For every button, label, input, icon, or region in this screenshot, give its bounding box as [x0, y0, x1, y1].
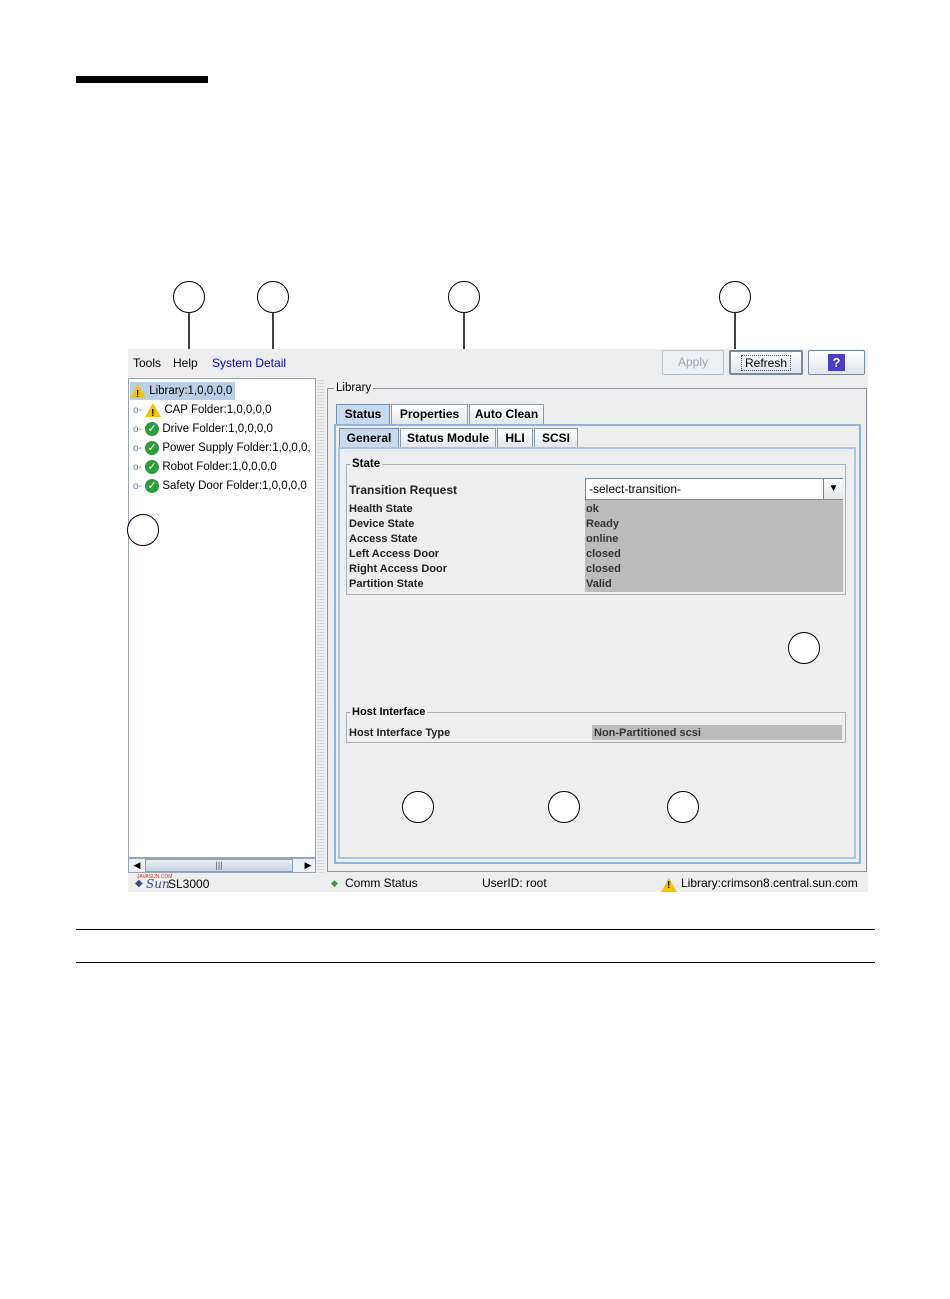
state-section-title: State — [350, 458, 383, 470]
right-access-door-value: closed — [586, 563, 621, 575]
transition-request-value: -select-transition- — [589, 482, 682, 496]
menu-system-detail[interactable]: System Detail — [212, 356, 286, 370]
ok-check-icon: ✓ — [145, 459, 160, 474]
tab-properties[interactable]: Properties — [391, 404, 468, 424]
refresh-button[interactable]: Refresh — [729, 350, 803, 375]
partition-state-label: Partition State — [349, 578, 424, 590]
callout-1 — [173, 281, 205, 313]
tree-item-label: Safety Door Folder:1,0,0,0,0 — [162, 480, 307, 492]
callout-8 — [548, 791, 580, 823]
tree-item-power-supply[interactable]: o- ✓ Power Supply Folder:1,0,0,0, — [133, 439, 311, 457]
left-access-door-value: closed — [586, 548, 621, 560]
chevron-down-icon[interactable]: ▼ — [823, 479, 843, 499]
subtab-general[interactable]: General — [339, 428, 399, 447]
state-values-box — [585, 500, 843, 592]
tree-item-label: Drive Folder:1,0,0,0,0 — [162, 423, 273, 435]
scroll-left-icon[interactable]: ◀ — [130, 859, 144, 872]
tree-item-robot[interactable]: o- ✓ Robot Folder:1,0,0,0,0 — [133, 458, 277, 476]
subtab-hli[interactable]: HLI — [497, 428, 533, 447]
warning-icon: ! — [661, 876, 677, 894]
callout-4 — [719, 281, 751, 313]
scroll-right-icon[interactable]: ▶ — [301, 859, 315, 872]
help-icon: ? — [828, 354, 845, 371]
refresh-button-label: Refresh — [740, 355, 792, 371]
split-pane-divider[interactable] — [317, 378, 324, 873]
callout-7 — [402, 791, 434, 823]
ok-check-icon: ✓ — [145, 440, 160, 455]
subtab-scsi[interactable]: SCSI — [534, 428, 578, 447]
warning-icon: ! — [130, 383, 146, 400]
callout-3 — [448, 281, 480, 313]
tree-connector-icon: o- — [133, 481, 142, 492]
sun-logo: Sun — [146, 877, 170, 891]
apply-button[interactable]: Apply — [662, 350, 724, 375]
tab-status[interactable]: Status — [336, 404, 390, 424]
access-state-label: Access State — [349, 533, 418, 545]
tree-item-safety-door[interactable]: o- ✓ Safety Door Folder:1,0,0,0,0 — [133, 477, 307, 495]
partition-state-value: Valid — [586, 578, 612, 590]
tree-connector-icon: o- — [133, 462, 142, 473]
health-state-value: ok — [586, 503, 599, 515]
health-state-label: Health State — [349, 503, 413, 515]
tab-auto-clean[interactable]: Auto Clean — [469, 404, 544, 424]
tree-connector-icon: o- — [133, 405, 142, 416]
tree-item-label: Robot Folder:1,0,0,0,0 — [162, 461, 277, 473]
product-name: SL3000 — [168, 877, 210, 891]
left-access-door-label: Left Access Door — [349, 548, 440, 560]
device-state-value: Ready — [586, 518, 620, 530]
tree-connector-icon: o- — [133, 443, 142, 454]
library-panel-title: Library — [334, 382, 374, 394]
callout-2 — [257, 281, 289, 313]
warning-icon: ! — [145, 402, 162, 419]
comm-status: Comm Status — [345, 876, 418, 890]
tree-connector-icon: o- — [133, 424, 142, 435]
tree-root-label: Library:1,0,0,0,0 — [149, 385, 233, 397]
host-interface-type-value: Non-Partitioned scsi — [594, 727, 701, 739]
menu-tools[interactable]: Tools — [133, 356, 161, 370]
subtab-status-module[interactable]: Status Module — [400, 428, 496, 447]
access-state-value: online — [586, 533, 619, 545]
tree-item-drive[interactable]: o- ✓ Drive Folder:1,0,0,0,0 — [133, 420, 273, 438]
device-state-label: Device State — [349, 518, 415, 530]
transition-request-label: Transition Request — [349, 483, 458, 497]
tree-item-cap[interactable]: o- ! CAP Folder:1,0,0,0,0 — [133, 401, 272, 419]
host-interface-title: Host Interface — [350, 706, 428, 718]
tree-item-label: Power Supply Folder:1,0,0,0, — [162, 442, 311, 454]
scroll-thumb[interactable]: ||| — [145, 859, 293, 872]
tree-item-label: CAP Folder:1,0,0,0,0 — [164, 404, 272, 416]
callout-6 — [788, 632, 820, 664]
ok-check-icon: ✓ — [145, 478, 160, 493]
right-access-door-label: Right Access Door — [349, 563, 448, 575]
callout-5 — [127, 514, 159, 546]
ok-check-icon: ✓ — [145, 421, 160, 436]
comm-status-icon: ◆ — [331, 878, 338, 888]
menu-help[interactable]: Help — [173, 356, 198, 370]
callout-9 — [667, 791, 699, 823]
sun-logo-icon: ◆ — [135, 878, 143, 889]
library-host: Library:crimson8.central.sun.com — [681, 876, 858, 890]
host-interface-type-label: Host Interface Type — [349, 727, 451, 739]
tree-root[interactable]: ! Library:1,0,0,0,0 — [130, 382, 236, 400]
user-id: UserID: root — [482, 876, 547, 890]
transition-request-select[interactable]: -select-transition- — [585, 478, 843, 500]
help-button[interactable]: ? — [808, 350, 865, 375]
